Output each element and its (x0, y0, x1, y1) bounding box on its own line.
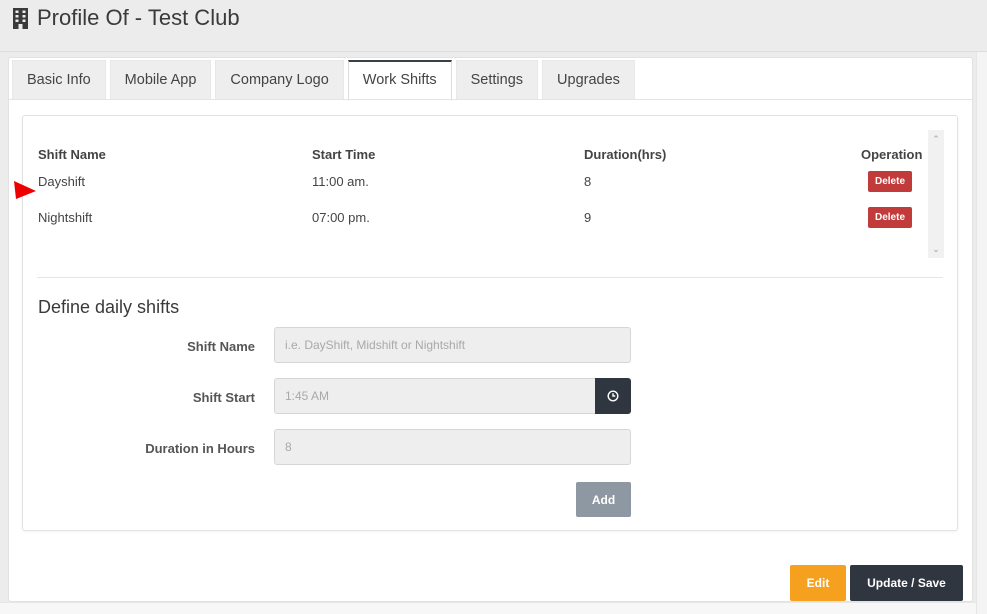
tab-settings[interactable]: Settings (455, 60, 539, 99)
add-shift-button[interactable]: Add (576, 482, 631, 517)
row-1-duration: 8 (584, 174, 592, 189)
page-title: Profile Of - Test Club (12, 5, 240, 31)
profile-panel: Basic Info Mobile App Company Logo Work … (8, 57, 973, 602)
time-picker-button[interactable] (595, 378, 631, 414)
shifts-table: Shift Name Start Time Duration(hrs) Oper… (37, 130, 944, 258)
shift-name-input[interactable] (274, 327, 631, 363)
update-save-button[interactable]: Update / Save (850, 565, 963, 601)
clock-icon (607, 390, 619, 402)
table-scrollbar[interactable]: ⌃ ⌄ (928, 130, 944, 258)
row-1-start-time: 11:00 am. (312, 174, 369, 189)
duration-input[interactable] (274, 429, 631, 465)
tab-bar: Basic Info Mobile App Company Logo Work … (12, 60, 639, 101)
row-2-start-time: 07:00 pm. (312, 210, 370, 225)
section-divider (37, 277, 943, 278)
column-header-start-time: Start Time (312, 147, 376, 162)
work-shifts-card: Shift Name Start Time Duration(hrs) Oper… (22, 115, 958, 531)
shift-name-label: Shift Name (187, 339, 255, 354)
duration-label: Duration in Hours (145, 441, 255, 456)
column-header-shift-name: Shift Name (38, 147, 106, 162)
define-shifts-title: Define daily shifts (38, 297, 180, 317)
shift-start-input[interactable] (274, 378, 596, 414)
tab-company-logo[interactable]: Company Logo (215, 60, 344, 99)
column-header-operation: Operation (861, 147, 923, 162)
building-icon (13, 7, 28, 29)
tabs-divider (9, 99, 972, 100)
delete-nightshift-button[interactable]: Delete (868, 207, 912, 228)
tab-basic-info[interactable]: Basic Info (12, 60, 106, 99)
page-title-text: Profile Of - Test Club (37, 5, 240, 30)
scroll-down-icon[interactable]: ⌄ (928, 242, 944, 256)
column-header-duration: Duration(hrs) (584, 147, 667, 162)
bottom-strip (0, 602, 976, 614)
annotation-arrow-icon (14, 181, 36, 199)
edit-button[interactable]: Edit (790, 565, 846, 601)
row-1-shift-name: Dayshift (38, 174, 85, 189)
row-2-shift-name: Nightshift (38, 210, 93, 225)
delete-dayshift-button[interactable]: Delete (868, 171, 912, 192)
tab-mobile-app[interactable]: Mobile App (109, 60, 212, 99)
row-2-duration: 9 (584, 210, 592, 225)
right-scroll-strip (976, 52, 987, 614)
page-header: Profile Of - Test Club (0, 0, 987, 52)
tab-upgrades[interactable]: Upgrades (542, 60, 635, 99)
shift-start-label: Shift Start (192, 390, 255, 405)
scroll-up-icon[interactable]: ⌃ (928, 132, 944, 146)
tab-work-shifts[interactable]: Work Shifts (347, 60, 452, 101)
